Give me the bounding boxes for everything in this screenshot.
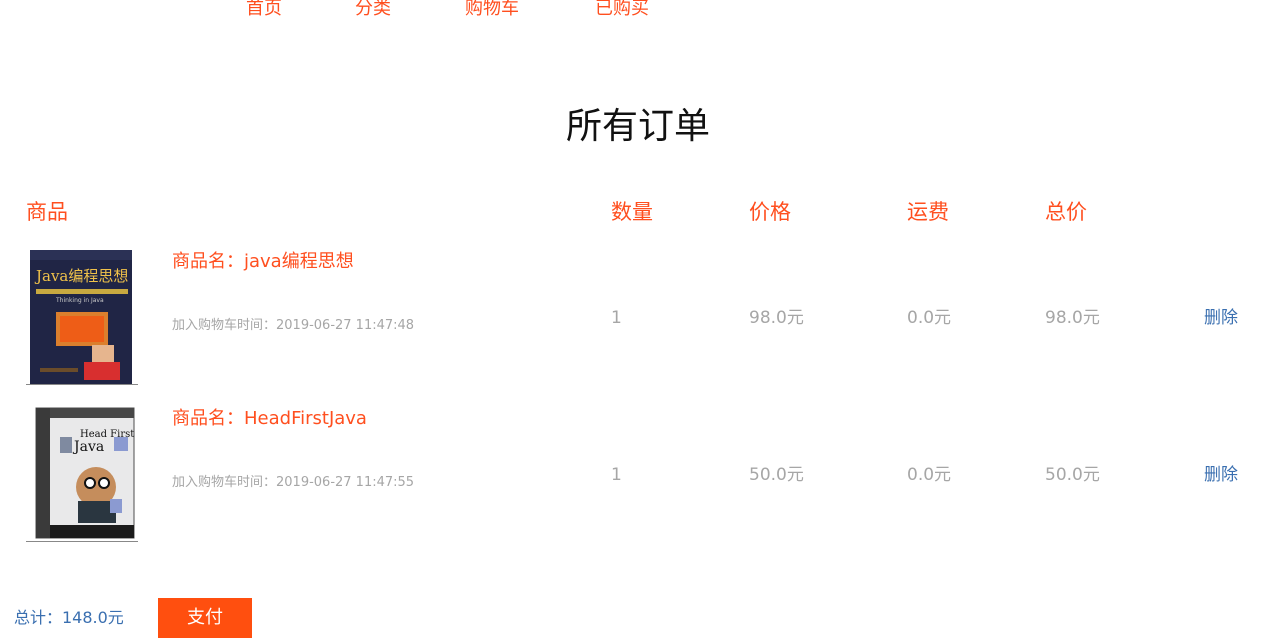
product-name: 商品名：java编程思想: [172, 251, 354, 272]
price-value: 98.0元: [749, 308, 804, 328]
column-header-quantity: 数量: [611, 200, 653, 224]
column-header-total: 总价: [1045, 200, 1087, 224]
order-row: Java编程思想 Thinking in Java 商品名：java编程思想 加…: [0, 250, 1276, 390]
cover-title-text: Java编程思想: [34, 267, 128, 285]
cover-subtitle-text: Thinking in Java: [55, 297, 104, 304]
price-value: 50.0元: [749, 465, 804, 485]
top-nav: 首页 分类 购物车 已购买: [0, 0, 1276, 24]
added-time: 加入购物车时间：2019-06-27 11:47:55: [172, 475, 415, 490]
quantity-value: 1: [611, 465, 622, 485]
book-cover-java-programming-thought-icon[interactable]: Java编程思想 Thinking in Java: [26, 250, 138, 385]
nav-home-link[interactable]: 首页: [246, 0, 282, 21]
delete-button[interactable]: 删除: [1204, 306, 1238, 330]
quantity-value: 1: [611, 308, 622, 328]
nav-purchased-link[interactable]: 已购买: [595, 0, 649, 21]
column-header-product: 商品: [26, 200, 68, 224]
order-total: 总计：148.0元: [14, 608, 124, 627]
total-value: 98.0元: [1045, 308, 1100, 328]
shipping-value: 0.0元: [907, 308, 952, 328]
page-title: 所有订单: [565, 106, 710, 147]
product-name: 商品名：HeadFirstJava: [172, 408, 367, 429]
nav-cart-link[interactable]: 购物车: [465, 0, 519, 21]
delete-button[interactable]: 删除: [1204, 463, 1238, 487]
total-value: 50.0元: [1045, 465, 1100, 485]
nav-category-link[interactable]: 分类: [355, 0, 391, 21]
book-cover-head-first-java-icon[interactable]: Head First Java: [26, 407, 138, 542]
column-header-shipping: 运费: [907, 200, 949, 224]
cover-subtitle-text: Java: [72, 439, 104, 455]
order-row: Head First Java 商品名：HeadFirstJava 加入购物车时…: [0, 407, 1276, 547]
added-time: 加入购物车时间：2019-06-27 11:47:48: [172, 318, 415, 333]
pay-button[interactable]: 支付: [158, 598, 252, 638]
column-header-price: 价格: [749, 200, 791, 224]
shipping-value: 0.0元: [907, 465, 952, 485]
